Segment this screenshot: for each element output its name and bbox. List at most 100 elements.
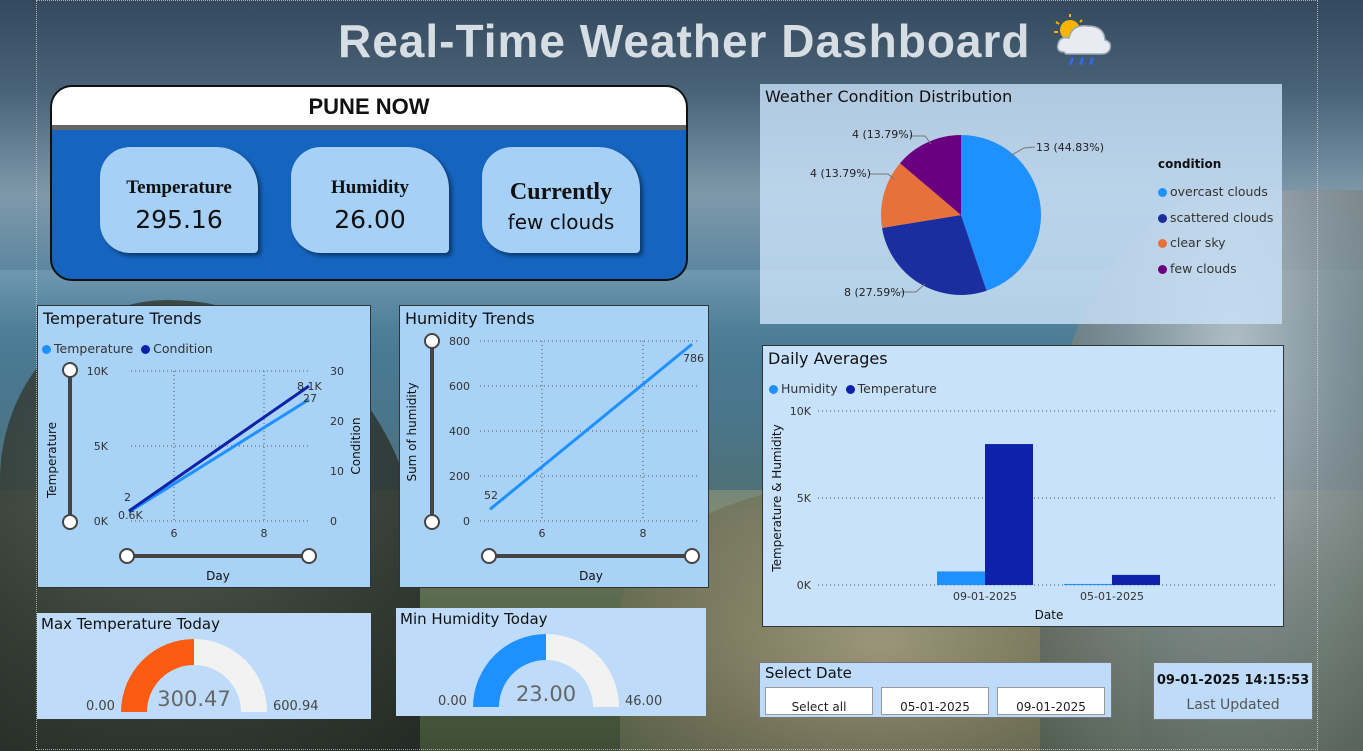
- bar-temperature-09-01-2025[interactable]: [985, 444, 1033, 585]
- y-tick-right: 20: [330, 415, 344, 428]
- y-tick: 10K: [790, 405, 812, 418]
- y-tick: 5K: [797, 492, 812, 505]
- y-tick-right: 10: [330, 465, 344, 478]
- bar-humidity-05-01-2025[interactable]: [1064, 583, 1112, 585]
- condition-tile-label: Currently: [509, 179, 613, 205]
- x-axis-label: Day: [206, 569, 230, 583]
- data-label-humidity-start: 52: [484, 489, 498, 502]
- y-range-slider-handle-bottom[interactable]: [62, 514, 78, 530]
- humidity-trends-chart: 800 600 400 200 0 6 8 Sum of humidity Da…: [405, 333, 704, 583]
- dashboard-title: Real-Time Weather Dashboard: [338, 15, 1031, 67]
- y-range-slider-handle-top[interactable]: [424, 333, 440, 349]
- x-tick: 6: [539, 527, 546, 540]
- legend-dot: [1158, 213, 1167, 223]
- x-tick: 05-01-2025: [1080, 590, 1144, 603]
- x-range-slider-handle-left[interactable]: [481, 548, 497, 564]
- x-tick: 6: [171, 527, 178, 540]
- legend-label: overcast clouds: [1170, 184, 1268, 199]
- legend-label: clear sky: [1170, 235, 1226, 250]
- y-tick-left: 10K: [87, 365, 109, 378]
- current-weather-card: PUNE NOW Temperature 295.16 Humidity 26.…: [50, 85, 688, 281]
- y-axis-label-right: Condition: [349, 417, 363, 474]
- x-range-slider-handle-right[interactable]: [684, 548, 700, 564]
- gauge-max: 46.00: [625, 694, 662, 709]
- x-range-slider-handle-left[interactable]: [119, 548, 135, 564]
- bar-temperature-05-01-2025[interactable]: [1112, 574, 1160, 585]
- y-tick-right: 0: [330, 515, 337, 528]
- daily-averages-panel: Daily Averages Humidity Temperature 10K …: [762, 345, 1284, 627]
- daily-bars: [937, 444, 1160, 585]
- gauge-min: 0.00: [86, 699, 115, 714]
- pie-legend-item[interactable]: clear sky: [1158, 230, 1273, 256]
- humidity-tile-value: 26.00: [334, 205, 406, 234]
- temperature-trends-chart: 10K 5K 0K 30 20 10 0 6 8 Temperature Con…: [45, 362, 363, 583]
- temperature-tile-value: 295.16: [135, 205, 223, 234]
- x-range-slider-handle-right[interactable]: [301, 548, 317, 564]
- y-axis-label: Sum of humidity: [405, 382, 419, 481]
- date-option-09-01-2025[interactable]: 09-01-2025: [997, 687, 1105, 715]
- temperature-tile-label: Temperature: [126, 177, 232, 198]
- x-tick: 8: [261, 527, 268, 540]
- x-tick: 09-01-2025: [953, 590, 1017, 603]
- y-tick-left: 5K: [94, 440, 109, 453]
- pie-slices[interactable]: [881, 135, 1041, 295]
- min-humidity-gauge-panel: Min Humidity Today 23.00 0.00 46.00: [396, 608, 706, 716]
- line-temperature[interactable]: [128, 398, 310, 514]
- pie-legend-item[interactable]: scattered clouds: [1158, 205, 1273, 231]
- gauge-value: 23.00: [516, 682, 576, 706]
- y-tick: 0: [463, 515, 470, 528]
- cloud-rain-sun-icon: [1054, 14, 1112, 66]
- condition-tile-value: few clouds: [507, 210, 615, 234]
- condition-distribution-panel: Weather Condition Distribution 4 (13.79%…: [760, 84, 1282, 324]
- legend-dot: [1158, 239, 1167, 248]
- max-temperature-gauge: 300.47 0.00 600.94: [86, 639, 319, 714]
- date-slicer-title: Select Date: [765, 664, 852, 682]
- pie-slice-label-overcast: 13 (44.83%): [1036, 141, 1104, 154]
- pie-legend: overcast clouds scattered clouds clear sky…: [1158, 179, 1273, 281]
- pie-legend-item[interactable]: few clouds: [1158, 256, 1273, 282]
- legend-dot: [1158, 264, 1167, 274]
- data-label-condition-start: 2: [124, 491, 131, 504]
- y-tick-right: 30: [330, 365, 344, 378]
- humidity-tile: Humidity 26.00: [291, 147, 449, 253]
- data-label-humidity-end: 786: [683, 352, 704, 365]
- date-option-05-01-2025[interactable]: 05-01-2025: [881, 687, 989, 715]
- last-updated-timestamp: 09-01-2025 14:15:53: [1156, 673, 1310, 688]
- y-axis-label-left: Temperature: [45, 422, 59, 499]
- y-axis-label: Temperature & Humidity: [770, 424, 784, 572]
- data-label-condition-end: 27: [303, 392, 317, 405]
- pie-legend-title: condition: [1158, 157, 1222, 171]
- date-slicer: Select Date Select all 05-01-2025 09-01-…: [759, 662, 1112, 718]
- y-range-slider-handle-top[interactable]: [62, 362, 78, 378]
- pie-slice-label-clear-sky: 4 (13.79%): [810, 167, 871, 180]
- date-option-select-all[interactable]: Select all: [765, 687, 873, 715]
- legend-label: few clouds: [1170, 260, 1237, 276]
- y-tick: 800: [449, 335, 470, 348]
- last-updated-label: Last Updated: [1186, 697, 1280, 713]
- bar-humidity-09-01-2025[interactable]: [937, 571, 985, 585]
- y-tick-left: 0K: [94, 515, 109, 528]
- humidity-tile-label: Humidity: [330, 177, 410, 198]
- x-tick: 8: [640, 527, 647, 540]
- y-range-slider-handle-bottom[interactable]: [424, 514, 440, 530]
- y-tick: 200: [449, 470, 470, 483]
- temperature-trends-panel: Temperature Trends Temperature Condition…: [37, 305, 371, 588]
- legend-dot: [1158, 188, 1167, 197]
- humidity-line: [489, 342, 693, 511]
- line-condition[interactable]: [128, 384, 310, 513]
- max-temperature-gauge-panel: Max Temperature Today 300.47 0.00 600.94: [37, 613, 371, 719]
- pie-legend-item[interactable]: overcast clouds: [1158, 179, 1273, 205]
- line-humidity[interactable]: [489, 342, 693, 511]
- daily-averages-chart: 10K 5K 0K Temperature & Humidity 09-01-2…: [770, 405, 1278, 622]
- pie-leader-line: [1009, 146, 1036, 157]
- x-axis-label: Day: [579, 569, 603, 583]
- min-humidity-gauge: 23.00 0.00 46.00: [438, 634, 662, 709]
- y-tick: 600: [449, 380, 470, 393]
- condition-tile: Currently few clouds: [482, 147, 640, 253]
- temperature-lines: [128, 384, 310, 514]
- x-axis-label: Date: [1035, 608, 1064, 622]
- gauge-min: 0.00: [438, 694, 467, 709]
- current-weather-header: PUNE NOW: [52, 87, 686, 130]
- gauge-value: 300.47: [157, 687, 230, 711]
- humidity-trends-panel: Humidity Trends 800 600 400 200 0 6 8 Su…: [399, 305, 709, 588]
